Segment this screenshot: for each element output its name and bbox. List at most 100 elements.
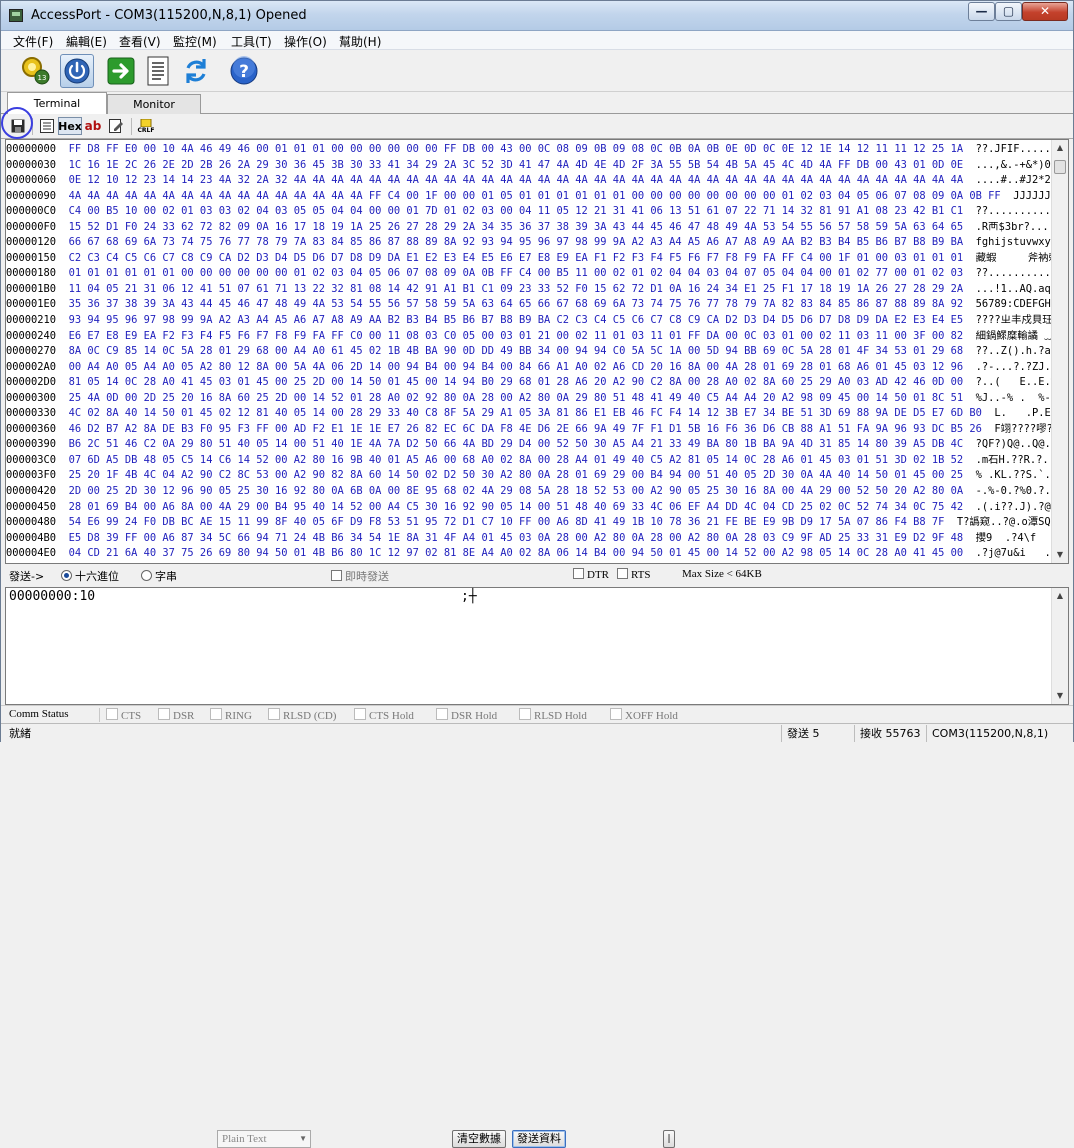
hex-row-bytes: 4A 4A 4A 4A 4A 4A 4A 4A 4A 4A 4A 4A 4A 4…: [68, 189, 1001, 202]
dsr-hold-indicator: DSR Hold: [436, 708, 497, 722]
status-state: 就緒: [9, 727, 31, 740]
hex-row-address: 00000480: [6, 516, 57, 529]
view-mode-icon[interactable]: [38, 117, 56, 135]
hex-row-address: 00000360: [6, 422, 57, 435]
refresh-icon[interactable]: [179, 54, 213, 88]
send-input-text[interactable]: 00000000:10: [9, 589, 95, 604]
hex-radio[interactable]: 十六進位: [61, 568, 119, 584]
dsr-hold-label: DSR Hold: [451, 710, 498, 722]
rts-checkbox[interactable]: RTS: [617, 568, 651, 581]
hex-row-bytes: 25 20 1F 4B 4C 04 A2 90 C2 8C 53 00 A2 9…: [68, 469, 964, 482]
hex-row: 000000F0 15 52 D1 F0 24 33 62 72 82 09 0…: [6, 220, 1056, 236]
cts-hold-label: CTS Hold: [369, 710, 414, 722]
hex-toggle-button[interactable]: Hex: [58, 117, 82, 135]
ring-indicator: RING: [210, 708, 252, 722]
cts-box: [106, 708, 118, 720]
edit-icon[interactable]: [107, 117, 125, 135]
hex-row-ascii: .?j@7u&i .K?.???.? .E: [975, 547, 1056, 560]
ab-toggle-button[interactable]: ab: [84, 117, 102, 135]
hex-row-ascii: JJJJJJJJJJJ ?................: [1013, 189, 1056, 202]
hex-row-address: 000001E0: [6, 298, 57, 311]
hex-row-ascii: ?QF?)Q@..Q@.Jz揜f]??Rl: [975, 438, 1056, 451]
hex-row-bytes: 35 36 37 38 39 3A 43 44 45 46 47 48 49 4…: [68, 298, 964, 311]
hex-row: 00000480 54 E6 99 24 F0 DB BC AE 15 11 9…: [6, 515, 1056, 531]
input-scrollbar[interactable]: ▲ ▼: [1051, 588, 1068, 704]
hex-row: 000003F0 25 20 1F 4B 4C 04 A2 90 C2 8C 5…: [6, 468, 1056, 484]
string-radio[interactable]: 字串: [141, 568, 177, 584]
hex-row-address: 00000180: [6, 267, 57, 280]
hex-row-bytes: FF D8 FF E0 00 10 4A 46 49 46 00 01 01 0…: [68, 143, 964, 155]
power-icon[interactable]: [60, 54, 94, 88]
gear-coin-icon[interactable]: 13: [19, 54, 53, 88]
window-title: AccessPort - COM3(115200,N,8,1) Opened: [31, 8, 307, 23]
hex-row-ascii: ....#..#J2*2JJJJJJJJJJJJJJ: [975, 174, 1056, 187]
dsr-label: DSR: [173, 710, 195, 722]
menu-file[interactable]: 文件(F): [13, 33, 53, 50]
scroll-down-icon[interactable]: ▼: [1052, 688, 1068, 704]
close-button[interactable]: ✕: [1022, 2, 1068, 21]
hex-row-address: 000004E0: [6, 547, 57, 560]
hex-row-bytes: 2D 00 25 2D 30 12 96 90 05 25 30 16 92 8…: [68, 485, 964, 498]
svg-text:13: 13: [38, 74, 47, 82]
rts-label: RTS: [631, 569, 651, 581]
tab-monitor[interactable]: Monitor: [107, 94, 201, 114]
menu-help[interactable]: 幫助(H): [339, 33, 381, 50]
menu-monitor[interactable]: 監控(M): [173, 33, 217, 50]
hex-row-bytes: 8A 0C C9 85 14 0C 5A 28 01 29 68 00 A4 A…: [68, 345, 964, 358]
document-icon[interactable]: [141, 54, 175, 88]
hex-row-address: 000002A0: [6, 360, 57, 373]
send-data-button[interactable]: 發送資料: [512, 1130, 566, 1148]
dtr-checkbox[interactable]: DTR: [573, 568, 609, 581]
hex-row-address: 00000000: [6, 143, 57, 155]
minimize-button[interactable]: —: [968, 2, 995, 21]
immediate-send-box[interactable]: [331, 570, 342, 581]
xoff-hold-indicator: XOFF Hold: [610, 708, 678, 722]
hex-row-address: 000003C0: [6, 453, 57, 466]
hex-row-ascii: ...,&.-+&*)06E;03A4)*<R: [975, 158, 1056, 171]
separator-button[interactable]: |: [663, 1130, 675, 1148]
string-radio-label: 字串: [155, 570, 177, 583]
clear-data-button[interactable]: 清空數據: [452, 1130, 506, 1148]
hex-row-address: 00000150: [6, 251, 57, 264]
menu-operation[interactable]: 操作(O): [284, 33, 327, 50]
scroll-up-icon[interactable]: ▲: [1052, 588, 1068, 604]
scroll-thumb[interactable]: [1054, 160, 1066, 174]
immediate-send-checkbox[interactable]: 即時發送: [331, 568, 389, 584]
hex-row-bytes: 1C 16 1E 2C 26 2E 2D 2B 26 2A 29 30 36 4…: [68, 158, 964, 171]
hex-scrollbar[interactable]: ▲ ▼: [1051, 140, 1068, 563]
menu-edit[interactable]: 編輯(E): [66, 33, 107, 50]
title-bar[interactable]: AccessPort - COM3(115200,N,8,1) Opened —…: [1, 1, 1073, 31]
hex-row: 00000210 93 94 95 96 97 98 99 9A A2 A3 A…: [6, 313, 1056, 329]
immediate-send-label: 即時發送: [345, 570, 389, 583]
rts-box[interactable]: [617, 568, 628, 579]
scroll-up-icon[interactable]: ▲: [1052, 140, 1068, 156]
crlf-button[interactable]: CRLF: [135, 117, 157, 135]
hex-row-bytes: 01 01 01 01 01 01 00 00 00 00 00 00 01 0…: [68, 267, 964, 280]
menu-view[interactable]: 查看(V): [119, 33, 161, 50]
hex-row: 00000330 4C 02 8A 40 14 50 01 45 02 12 8…: [6, 406, 1056, 422]
green-arrow-icon[interactable]: [104, 54, 138, 88]
maximize-button[interactable]: ▢: [995, 2, 1022, 21]
hex-view[interactable]: 00000000 FF D8 FF E0 00 10 4A 46 49 46 0…: [5, 139, 1069, 564]
hex-row-bytes: C2 C3 C4 C5 C6 C7 C8 C9 CA D2 D3 D4 D5 D…: [68, 251, 964, 264]
string-radio-dot[interactable]: [141, 570, 152, 581]
hex-row-address: 000000F0: [6, 220, 57, 233]
scroll-down-icon[interactable]: ▼: [1052, 547, 1068, 563]
send-bar: 發送-> 十六進位 字串 Plain Text ▼ 即時發送 清空數據 發送資料 …: [1, 564, 1073, 1148]
hex-row: 000001B0 11 04 05 21 31 06 12 41 51 07 6…: [6, 282, 1056, 298]
send-input-area[interactable]: 00000000:10 ;┼ ▲ ▼: [5, 587, 1069, 705]
hex-lines: 00000000 FF D8 FF E0 00 10 4A 46 49 46 0…: [6, 142, 1056, 563]
menu-tools[interactable]: 工具(T): [231, 33, 272, 50]
hex-radio-dot[interactable]: [61, 570, 72, 581]
svg-text:?: ?: [239, 62, 249, 82]
help-icon[interactable]: ?: [227, 54, 261, 88]
hex-row-bytes: 28 01 69 B4 00 A6 8A 00 4A 29 00 B4 95 4…: [68, 500, 964, 513]
dtr-box[interactable]: [573, 568, 584, 579]
hex-row-ascii: .R襾$3br?.......%&'()*4567: [975, 220, 1056, 233]
format-select[interactable]: Plain Text ▼: [217, 1130, 311, 1148]
cts-hold-box: [354, 708, 366, 720]
max-size-label: Max Size < 64KB: [682, 568, 762, 580]
hex-radio-label: 十六進位: [75, 570, 119, 583]
hex-row-ascii: F翊????嘐?? 繺N?f 嘛: [994, 422, 1056, 435]
hex-row: 00000240 E6 E7 E8 E9 EA F2 F3 F4 F5 F6 F…: [6, 329, 1056, 345]
